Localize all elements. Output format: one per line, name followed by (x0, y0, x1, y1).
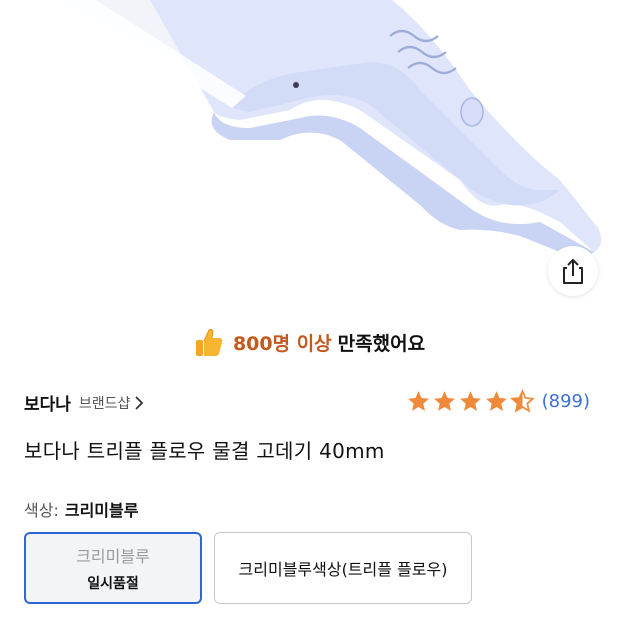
hair-iron-illustration (60, 0, 602, 258)
thumbs-up-icon (195, 328, 223, 356)
rating-summary[interactable]: (899) (406, 389, 590, 414)
product-image[interactable] (0, 0, 620, 300)
brand-shop-label: 브랜드샵 (78, 395, 131, 412)
star-rating (406, 389, 536, 414)
color-selection-label: 색상: 크리미블루 (24, 497, 138, 521)
share-button[interactable] (548, 246, 598, 296)
satisfaction-banner: 800명 이상 만족했어요 (0, 322, 620, 362)
chevron-right-icon (135, 395, 144, 410)
star-half-icon (509, 389, 535, 413)
star-full-icon (459, 391, 481, 411)
product-title: 보다나 트리플 플로우 물결 고데기 40mm (24, 439, 385, 463)
satisfaction-text: 만족했어요 (337, 332, 426, 355)
star-full-icon (433, 391, 455, 411)
brand-shop-link[interactable]: 보다나 브랜드샵 (24, 390, 145, 415)
color-label-key: 색상: (24, 501, 59, 520)
brand-name: 보다나 (24, 395, 71, 415)
star-full-icon (485, 391, 507, 411)
color-label-value: 크리미블루 (64, 501, 139, 520)
share-icon (563, 259, 583, 284)
color-option-creamy-blue[interactable]: 크리미블루 일시품절 (24, 532, 202, 604)
star-full-icon (407, 391, 429, 411)
option-name: 크리미블루색상(트리플 플로우) (238, 560, 448, 579)
option-status-soldout: 일시품절 (87, 576, 139, 592)
option-name: 크리미블루 (76, 547, 150, 566)
review-count: (899) (541, 391, 590, 412)
color-option-creamy-blue-triple-flow[interactable]: 크리미블루색상(트리플 플로우) (214, 532, 472, 604)
satisfaction-count: 800명 이상 (232, 332, 332, 355)
